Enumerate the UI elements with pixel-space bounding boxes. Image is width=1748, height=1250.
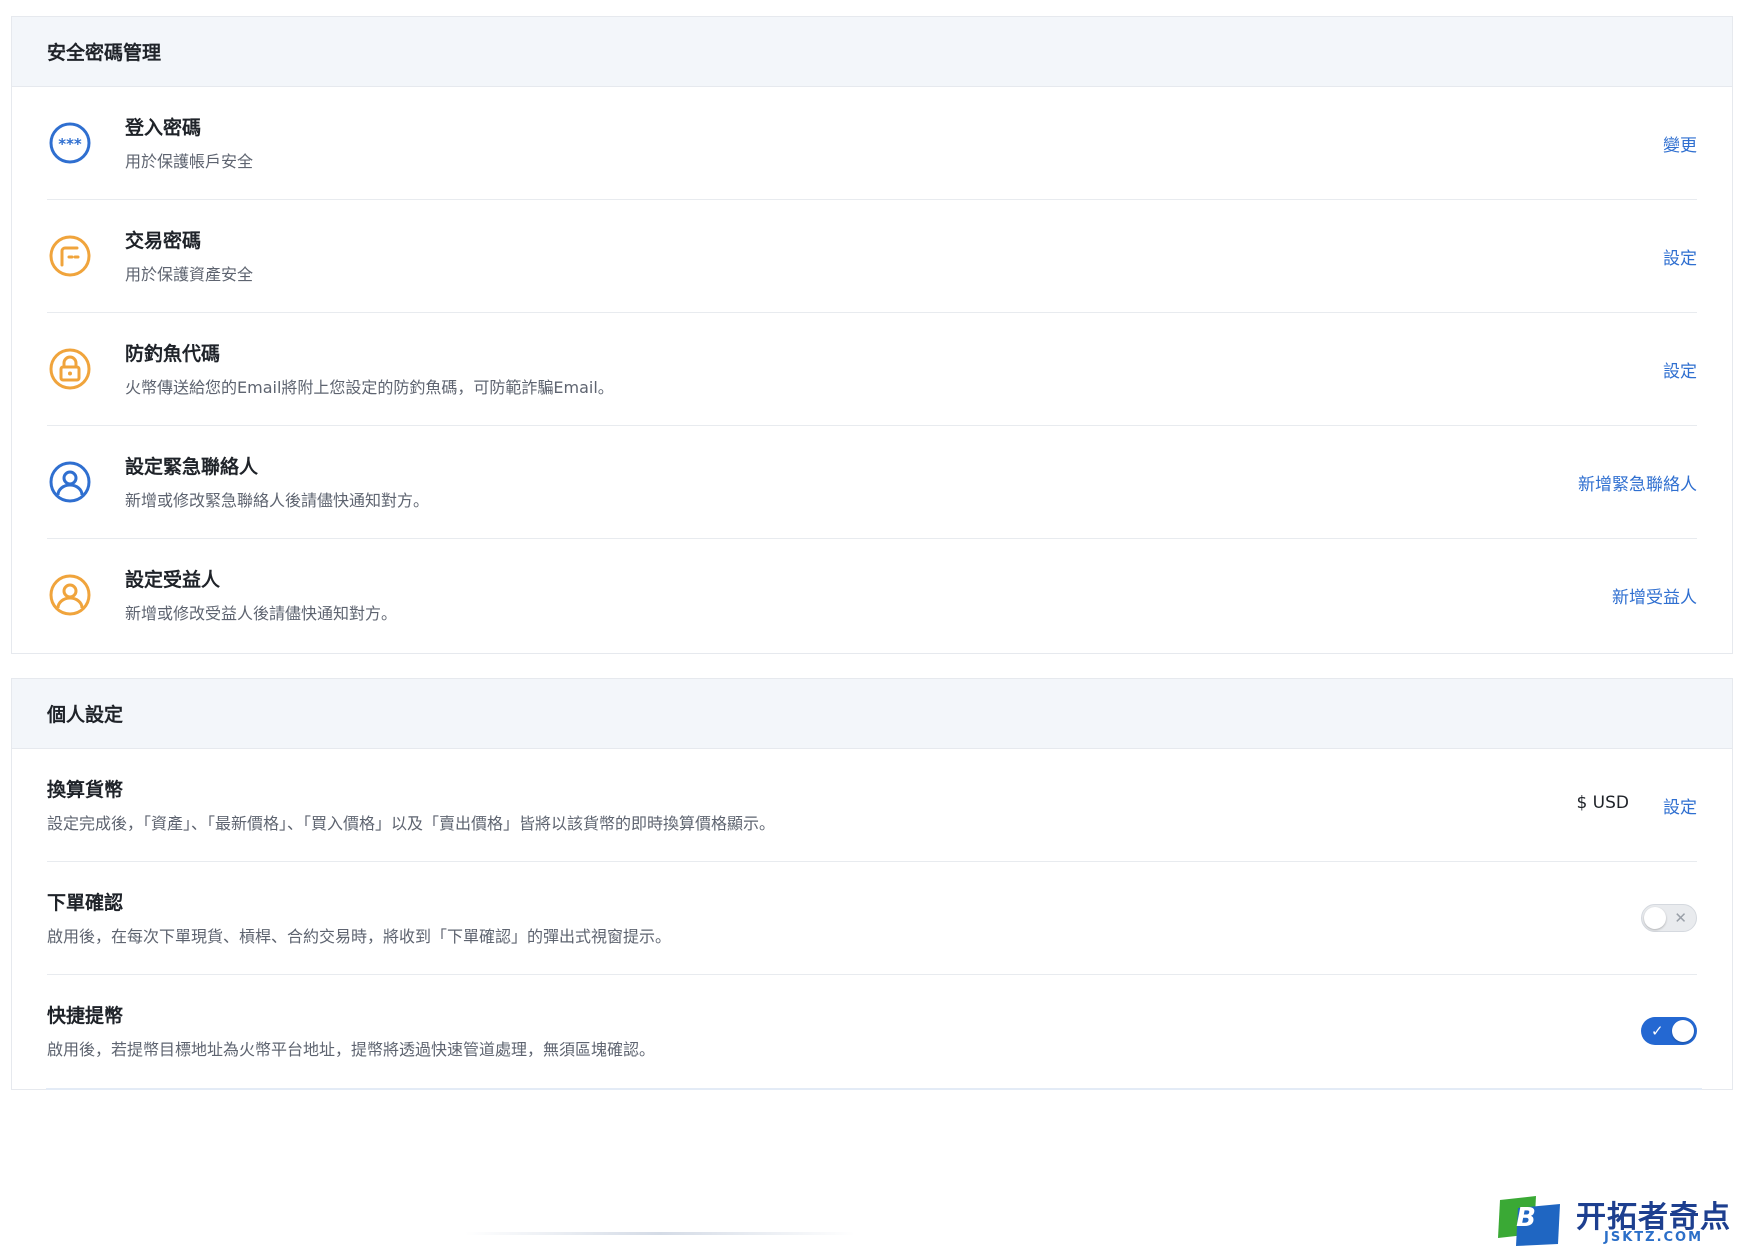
anti-phishing-title: 防釣魚代碼 xyxy=(125,343,221,365)
quick-withdraw-row: 快捷提幣 啟用後，若提幣目標地址為火幣平台地址，提幣將透過快速管道處理，無須區塊… xyxy=(47,975,1697,1088)
currency-desc: 設定完成後，「資產」、「最新價格」、「買入價格」以及「賣出價格」皆將以該貨幣的即… xyxy=(47,814,776,833)
anti-phishing-desc: 火幣傳送給您的Email將附上您設定的防釣魚碼，可防範詐騙Email。 xyxy=(125,378,614,397)
site-watermark: B 开拓者奇点 JSKTZ.COM xyxy=(1496,1190,1734,1248)
order-confirm-row: 下單確認 啟用後，在每次下單現貨、槓桿、合約交易時，將收到「下單確認」的彈出式視… xyxy=(47,862,1697,975)
beneficiary-title: 設定受益人 xyxy=(125,569,221,591)
beneficiary-desc: 新增或修改受益人後請儘快通知對方。 xyxy=(125,604,398,623)
quick-withdraw-toggle[interactable]: ✓ xyxy=(1641,1017,1697,1045)
add-emergency-contact-link[interactable]: 新增緊急聯絡人 xyxy=(1578,470,1697,495)
currency-title: 換算貨幣 xyxy=(47,779,124,801)
currency-set-link[interactable]: 設定 xyxy=(1663,793,1697,818)
settings-page: 安全密碼管理 *** 登入密碼 用於保護帳戶安全 變更 交易密碼 用於保護資產安… xyxy=(0,0,1748,1250)
currency-row: 換算貨幣 設定完成後，「資產」、「最新價格」、「買入價格」以及「賣出價格」皆將以… xyxy=(47,749,1697,862)
currency-value: $ USD xyxy=(1576,793,1629,813)
user-icon xyxy=(47,459,93,505)
login-password-desc: 用於保護帳戶安全 xyxy=(125,152,254,171)
beneficiary-row: 設定受益人 新增或修改受益人後請儘快通知對方。 新增受益人 xyxy=(47,539,1697,652)
user-icon xyxy=(47,572,93,618)
emergency-contact-row: 設定緊急聯絡人 新增或修改緊急聯絡人後請儘快通知對方。 新增緊急聯絡人 xyxy=(47,426,1697,539)
scroll-indicator xyxy=(465,1232,855,1235)
quick-withdraw-desc: 啟用後，若提幣目標地址為火幣平台地址，提幣將透過快速管道處理，無須區塊確認。 xyxy=(47,1040,656,1059)
check-icon: ✓ xyxy=(1651,1022,1664,1040)
login-password-change-link[interactable]: 變更 xyxy=(1663,131,1697,156)
personal-settings-card: 個人設定 換算貨幣 設定完成後，「資產」、「最新價格」、「買入價格」以及「賣出價… xyxy=(11,678,1733,1090)
login-password-row: *** 登入密碼 用於保護帳戶安全 變更 xyxy=(47,87,1697,200)
trade-password-icon xyxy=(47,233,93,279)
trade-password-row: 交易密碼 用於保護資產安全 設定 xyxy=(47,200,1697,313)
order-confirm-desc: 啟用後，在每次下單現貨、槓桿、合約交易時，將收到「下單確認」的彈出式視窗提示。 xyxy=(47,927,672,946)
emergency-contact-desc: 新增或修改緊急聯絡人後請儘快通知對方。 xyxy=(125,491,430,510)
bottom-divider xyxy=(46,1088,1702,1090)
order-confirm-toggle[interactable]: ✕ xyxy=(1641,904,1697,932)
trade-password-title: 交易密碼 xyxy=(125,230,202,252)
trade-password-desc: 用於保護資產安全 xyxy=(125,265,254,284)
toggle-knob xyxy=(1672,1020,1694,1042)
personal-section-title: 個人設定 xyxy=(12,679,1732,749)
svg-text:B: B xyxy=(1516,1203,1536,1233)
watermark-site: JSKTZ.COM xyxy=(1604,1230,1704,1245)
order-confirm-title: 下單確認 xyxy=(47,892,124,914)
watermark-logo-icon: B xyxy=(1496,1194,1562,1246)
lock-icon xyxy=(47,346,93,392)
add-beneficiary-link[interactable]: 新增受益人 xyxy=(1612,583,1697,608)
quick-withdraw-title: 快捷提幣 xyxy=(47,1005,124,1027)
trade-password-set-link[interactable]: 設定 xyxy=(1663,244,1697,269)
emergency-contact-title: 設定緊急聯絡人 xyxy=(125,456,259,478)
password-stars-icon: *** xyxy=(47,120,93,166)
anti-phishing-set-link[interactable]: 設定 xyxy=(1663,357,1697,382)
security-section-title: 安全密碼管理 xyxy=(12,17,1732,87)
anti-phishing-row: 防釣魚代碼 火幣傳送給您的Email將附上您設定的防釣魚碼，可防範詐騙Email… xyxy=(47,313,1697,426)
close-icon: ✕ xyxy=(1674,909,1687,927)
security-card: 安全密碼管理 *** 登入密碼 用於保護帳戶安全 變更 交易密碼 用於保護資產安… xyxy=(11,16,1733,654)
toggle-knob xyxy=(1644,907,1666,929)
login-password-title: 登入密碼 xyxy=(125,117,202,139)
svg-text:***: *** xyxy=(58,135,82,153)
